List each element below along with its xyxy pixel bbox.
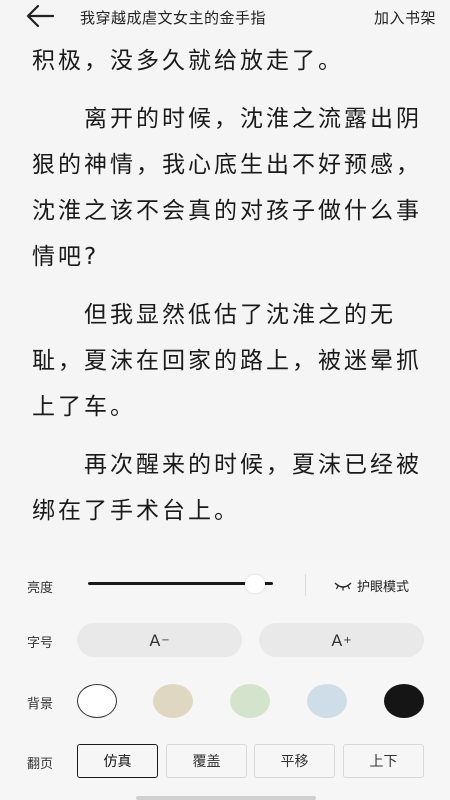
font-decrease-mark: −	[161, 634, 170, 646]
add-to-shelf-button[interactable]: 加入书架	[374, 7, 436, 28]
flip-option-simulation[interactable]: 仿真	[77, 744, 158, 778]
font-decrease-glyph: A	[149, 630, 161, 650]
background-swatch-blue[interactable]	[307, 684, 347, 718]
font-increase-mark: +	[343, 634, 352, 646]
background-swatch-black[interactable]	[384, 684, 424, 718]
paragraph: 积极，没多久就给放走了。	[32, 48, 344, 74]
reading-content: 积极，没多久就给放走了。 离开的时候，沈淮之流露出阴狠的神情，我心底生出不好预感…	[32, 38, 428, 546]
back-button[interactable]	[22, 2, 58, 30]
background-label: 背景	[27, 697, 54, 712]
brightness-label: 亮度	[27, 581, 54, 596]
background-swatch-beige[interactable]	[153, 684, 193, 718]
book-title: 我穿越成虐文女主的金手指	[80, 9, 267, 27]
font-decrease-button[interactable]: A −	[77, 623, 242, 657]
flip-option-vertical[interactable]: 上下	[343, 744, 424, 778]
flip-option-cover[interactable]: 覆盖	[166, 744, 247, 778]
reader-page: 我穿越成虐文女主的金手指 加入书架 积极，没多久就给放走了。 离开的时候，沈淮之…	[0, 0, 450, 800]
eye-closed-icon	[334, 582, 352, 590]
background-swatch-green[interactable]	[230, 684, 270, 718]
page-flip-label: 翻页	[27, 757, 54, 772]
paragraph: 但我显然低估了沈淮之的无耻，夏沫在回家的路上，被迷晕抓上了车。	[32, 302, 422, 420]
font-increase-glyph: A	[331, 630, 343, 650]
paragraph: 离开的时候，沈淮之流露出阴狠的神情，我心底生出不好预感，沈淮之该不会真的对孩子做…	[32, 106, 422, 270]
flip-option-slide[interactable]: 平移	[254, 744, 335, 778]
font-size-label: 字号	[27, 636, 54, 651]
eye-care-toggle[interactable]: 护眼模式	[333, 576, 409, 595]
eye-care-label: 护眼模式	[357, 580, 410, 595]
top-bar: 我穿越成虐文女主的金手指 加入书架	[0, 0, 450, 34]
paragraph: 再次醒来的时候，夏沫已经被绑在了手术台上。	[32, 452, 422, 524]
home-indicator	[136, 796, 316, 800]
divider	[305, 574, 306, 596]
font-increase-button[interactable]: A +	[259, 623, 424, 657]
background-swatch-white[interactable]	[77, 684, 117, 718]
brightness-slider-thumb[interactable]	[244, 575, 265, 593]
arrow-left-icon	[26, 4, 55, 28]
